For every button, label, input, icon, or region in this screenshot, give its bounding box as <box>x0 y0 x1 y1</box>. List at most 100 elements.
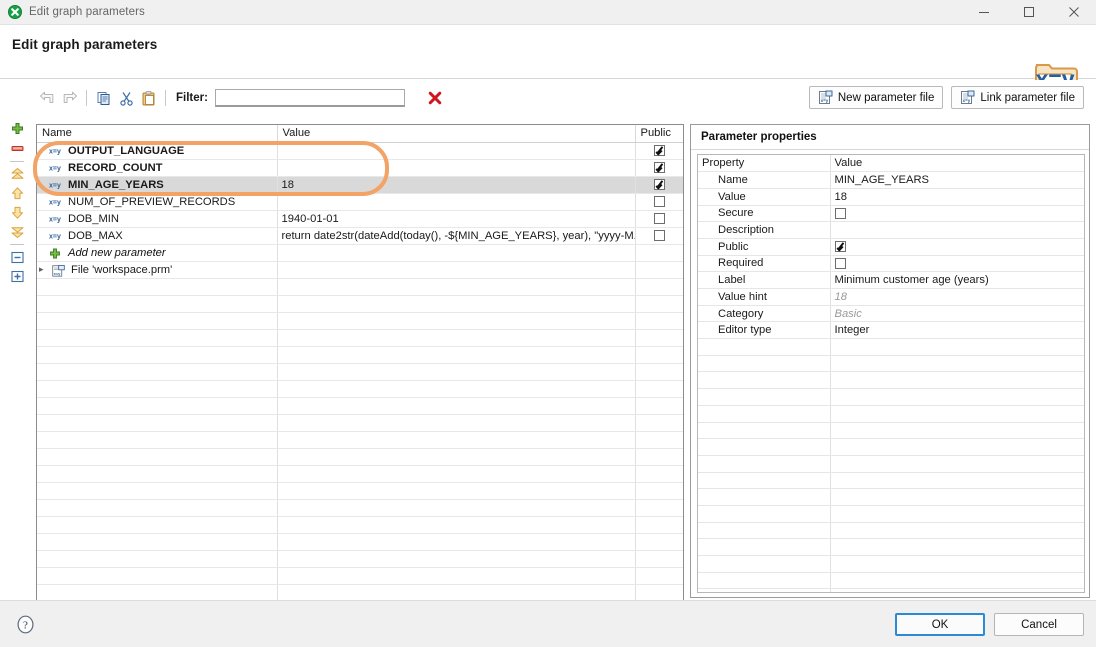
table-row[interactable]: x=yMIN_AGE_YEARS18 <box>37 176 683 193</box>
move-to-top-button[interactable] <box>6 165 28 184</box>
link-parameter-file-button[interactable]: x=y Link parameter file <box>951 86 1084 109</box>
move-up-button[interactable] <box>6 184 28 203</box>
public-checkbox[interactable] <box>835 241 846 252</box>
copy-icon[interactable] <box>93 87 115 109</box>
property-row[interactable]: Secure <box>698 205 1084 222</box>
property-row-empty[interactable] <box>698 439 1084 456</box>
property-row-empty[interactable] <box>698 405 1084 422</box>
parameter-value-cell[interactable] <box>277 193 635 210</box>
parameter-public-cell[interactable] <box>635 210 683 227</box>
property-value[interactable] <box>830 238 1084 255</box>
public-checkbox[interactable] <box>835 258 846 269</box>
property-row-empty[interactable] <box>698 389 1084 406</box>
public-checkbox[interactable] <box>654 230 665 241</box>
table-row-empty[interactable] <box>37 482 683 499</box>
parameter-name-cell[interactable]: x=yNUM_OF_PREVIEW_RECORDS <box>37 193 277 210</box>
property-row[interactable]: Description <box>698 222 1084 239</box>
table-row-empty[interactable] <box>37 431 683 448</box>
property-row-empty[interactable] <box>698 505 1084 522</box>
property-row-empty[interactable] <box>698 572 1084 589</box>
table-row-empty[interactable] <box>37 329 683 346</box>
public-checkbox[interactable] <box>835 208 846 219</box>
table-row[interactable]: x=yOUTPUT_LANGUAGE <box>37 142 683 159</box>
parameter-value-cell[interactable]: 18 <box>277 176 635 193</box>
parameter-name-cell[interactable]: x=yOUTPUT_LANGUAGE <box>37 142 277 159</box>
close-icon[interactable] <box>1051 0 1096 25</box>
public-checkbox[interactable] <box>654 213 665 224</box>
property-row-empty[interactable] <box>698 522 1084 539</box>
expand-all-button[interactable] <box>6 267 28 286</box>
table-row[interactable]: x=yDOB_MIN1940-01-01 <box>37 210 683 227</box>
parameter-name-cell[interactable]: ▸x=yFile 'workspace.prm' <box>37 261 277 278</box>
parameter-name-cell[interactable]: Add new parameter <box>37 244 277 261</box>
clear-filter-icon[interactable] <box>427 90 443 106</box>
parameter-value-cell[interactable] <box>277 159 635 176</box>
undo-icon[interactable] <box>36 87 58 109</box>
property-row-empty[interactable] <box>698 556 1084 573</box>
collapse-all-button[interactable] <box>6 248 28 267</box>
table-row-empty[interactable] <box>37 397 683 414</box>
public-checkbox[interactable] <box>654 196 665 207</box>
parameter-properties-table[interactable]: PropertyValueNameMIN_AGE_YEARSValue18Sec… <box>697 154 1085 593</box>
property-row-empty[interactable] <box>698 455 1084 472</box>
column-header-public[interactable]: Public <box>635 125 683 142</box>
property-row-empty[interactable] <box>698 539 1084 556</box>
table-row-empty[interactable] <box>37 533 683 550</box>
column-header-name[interactable]: Name <box>37 125 277 142</box>
expand-arrow-icon[interactable]: ▸ <box>39 265 48 274</box>
move-to-bottom-button[interactable] <box>6 222 28 241</box>
cancel-button[interactable]: Cancel <box>994 613 1084 636</box>
parameter-public-cell[interactable] <box>635 176 683 193</box>
parameter-value-cell[interactable]: 1940-01-01 <box>277 210 635 227</box>
move-down-button[interactable] <box>6 203 28 222</box>
property-row[interactable]: LabelMinimum customer age (years) <box>698 272 1084 289</box>
table-row[interactable]: x=yRECORD_COUNT <box>37 159 683 176</box>
property-row-empty[interactable] <box>698 339 1084 356</box>
property-value[interactable] <box>830 205 1084 222</box>
parameters-table[interactable]: Name Value Public x=yOUTPUT_LANGUAGEx=yR… <box>36 124 684 609</box>
public-checkbox[interactable] <box>654 179 665 190</box>
parameter-value-cell[interactable] <box>277 244 635 261</box>
property-row[interactable]: NameMIN_AGE_YEARS <box>698 172 1084 189</box>
property-value[interactable] <box>830 255 1084 272</box>
table-row-empty[interactable] <box>37 363 683 380</box>
property-row[interactable]: Required <box>698 255 1084 272</box>
parameter-public-cell[interactable] <box>635 159 683 176</box>
property-row-empty[interactable] <box>698 372 1084 389</box>
table-row-empty[interactable] <box>37 550 683 567</box>
property-row[interactable]: Editor typeInteger <box>698 322 1084 339</box>
table-row-empty[interactable] <box>37 499 683 516</box>
parameter-name-cell[interactable]: x=yRECORD_COUNT <box>37 159 277 176</box>
column-header-value[interactable]: Value <box>277 125 635 142</box>
ok-button[interactable]: OK <box>895 613 985 636</box>
property-row-empty[interactable] <box>698 355 1084 372</box>
property-row[interactable]: Value18 <box>698 188 1084 205</box>
table-row-empty[interactable] <box>37 380 683 397</box>
parameter-public-cell[interactable] <box>635 227 683 244</box>
property-value[interactable]: Minimum customer age (years) <box>830 272 1084 289</box>
parameter-name-cell[interactable]: x=yDOB_MAX <box>37 227 277 244</box>
property-row-empty[interactable] <box>698 422 1084 439</box>
table-row[interactable]: x=yDOB_MAXreturn date2str(dateAdd(today(… <box>37 227 683 244</box>
table-row[interactable]: x=yNUM_OF_PREVIEW_RECORDS <box>37 193 683 210</box>
table-row-empty[interactable] <box>37 516 683 533</box>
table-row[interactable]: Add new parameter <box>37 244 683 261</box>
property-row-empty[interactable] <box>698 472 1084 489</box>
parameter-public-cell[interactable] <box>635 193 683 210</box>
table-row-empty[interactable] <box>37 465 683 482</box>
parameter-value-cell[interactable] <box>277 142 635 159</box>
property-value[interactable]: 18 <box>830 289 1084 306</box>
parameter-public-cell[interactable] <box>635 244 683 261</box>
property-row[interactable]: CategoryBasic <box>698 305 1084 322</box>
table-row-empty[interactable] <box>37 346 683 363</box>
table-row-empty[interactable] <box>37 414 683 431</box>
table-row[interactable]: ▸x=yFile 'workspace.prm' <box>37 261 683 278</box>
parameter-value-cell[interactable]: return date2str(dateAdd(today(), -${MIN_… <box>277 227 635 244</box>
property-row[interactable]: Value hint18 <box>698 289 1084 306</box>
maximize-icon[interactable] <box>1006 0 1051 25</box>
property-value[interactable]: Basic <box>830 305 1084 322</box>
filter-input[interactable] <box>215 89 405 107</box>
table-row-empty[interactable] <box>37 448 683 465</box>
property-row-empty[interactable] <box>698 489 1084 506</box>
property-value[interactable] <box>830 222 1084 239</box>
